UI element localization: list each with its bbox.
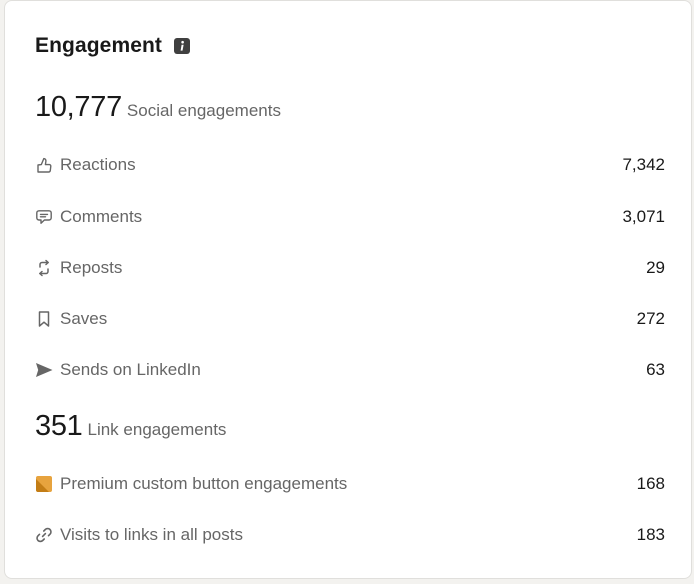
card-title: Engagement: [35, 34, 163, 57]
metric-value: 183: [636, 525, 665, 544]
metric-label: Premium custom button engagements: [60, 474, 348, 493]
metric-label: Comments: [60, 207, 143, 226]
metric-value: 29: [646, 258, 665, 277]
social-engagements-total: 10,777: [35, 91, 122, 123]
comment-icon: [35, 208, 53, 226]
metric-label: Visits to links in all posts: [60, 525, 243, 544]
link-engagements-total: 351: [35, 410, 83, 442]
metric-label: Saves: [60, 309, 108, 328]
metric-row-reactions[interactable]: Reactions 7,342: [35, 152, 665, 178]
metric-label: Reposts: [60, 258, 123, 277]
metric-row-comments[interactable]: Comments 3,071: [35, 204, 665, 230]
info-icon[interactable]: [174, 38, 191, 54]
metric-value: 3,071: [622, 207, 665, 226]
link-icon: [35, 526, 53, 544]
metric-value: 272: [636, 309, 665, 328]
metric-value: 168: [636, 474, 665, 493]
metric-value: 63: [646, 360, 665, 379]
thumbs-up-icon: [35, 156, 53, 174]
metric-row-premium-button[interactable]: Premium custom button engagements 168: [35, 471, 665, 497]
bookmark-icon: [35, 310, 53, 328]
metric-label: Reactions: [60, 155, 136, 174]
metric-row-reposts[interactable]: Reposts 29: [35, 255, 665, 281]
link-engagements-summary: 351 Link engagements: [35, 410, 226, 443]
card-header: Engagement: [35, 34, 191, 58]
send-icon: [35, 361, 53, 379]
metric-value: 7,342: [622, 155, 665, 174]
repost-icon: [35, 259, 53, 277]
metric-label: Sends on LinkedIn: [60, 360, 201, 379]
social-engagements-label: Social engagements: [126, 101, 281, 120]
metric-row-saves[interactable]: Saves 272: [35, 306, 665, 332]
social-engagements-summary: 10,777 Social engagements: [35, 91, 281, 124]
link-engagements-label: Link engagements: [87, 420, 227, 439]
premium-icon: [35, 475, 53, 493]
engagement-card: Engagement 10,777 Social engagements Rea…: [4, 0, 692, 579]
metric-row-link-visits[interactable]: Visits to links in all posts 183: [35, 522, 665, 548]
metric-row-sends[interactable]: Sends on LinkedIn 63: [35, 357, 665, 383]
